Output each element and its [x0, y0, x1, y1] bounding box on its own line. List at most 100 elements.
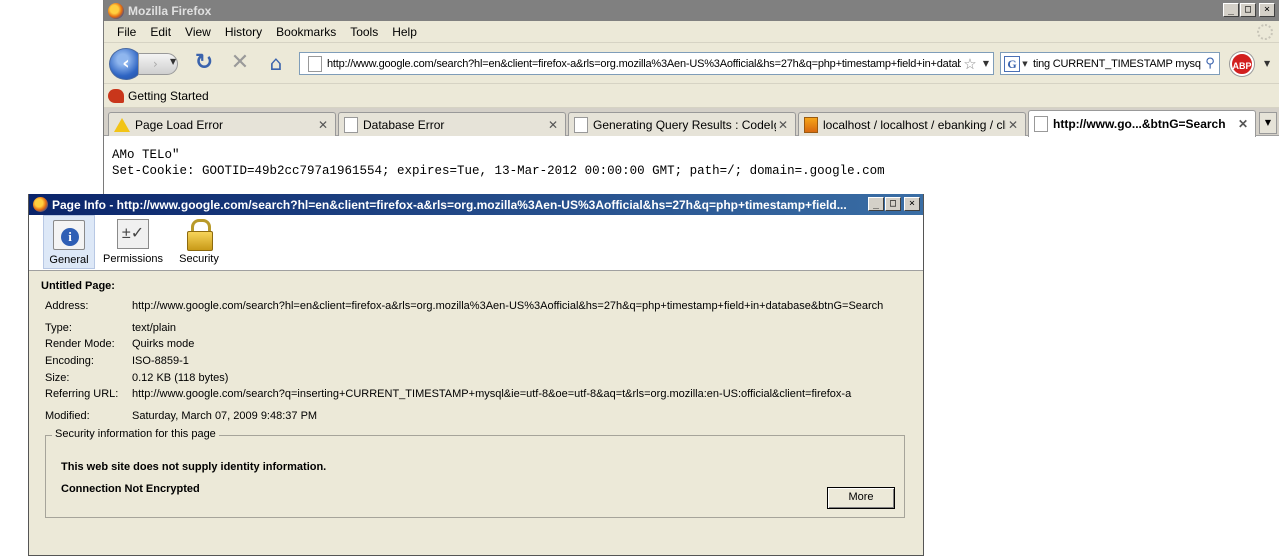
lock-icon [183, 219, 215, 251]
page-info-icon [53, 220, 85, 250]
tab-database-error[interactable]: Database Error ✕ [338, 112, 566, 136]
identity-text: This web site does not supply identity i… [61, 461, 327, 473]
url-input[interactable]: http://www.google.com/search?hl=en&clien… [327, 58, 961, 70]
close-tab-icon[interactable]: ✕ [1236, 117, 1250, 131]
home-icon[interactable]: ⌂ [264, 51, 288, 75]
field-label: Render Mode: [45, 338, 115, 350]
window-title: Mozilla Firefox [128, 3, 212, 18]
getting-started-icon [108, 88, 124, 103]
tab-permissions[interactable]: ±✓ Permissions [101, 215, 165, 269]
throbber-icon [1257, 24, 1273, 40]
close-tab-icon[interactable]: ✕ [776, 118, 790, 132]
search-input[interactable]: ting CURRENT_TIMESTAMP mysql [1030, 58, 1201, 70]
tab-label: Database Error [363, 117, 445, 132]
desktop: Mozilla Firefox _ □ × File Edit View His… [0, 0, 1279, 556]
tab-google-search[interactable]: http://www.go...&btnG=Search ✕ [1028, 110, 1256, 137]
permissions-icon: ±✓ [117, 219, 149, 249]
stop-icon[interactable]: ✕ [228, 51, 252, 75]
menu-view[interactable]: View [178, 25, 218, 39]
tab-label: Permissions [103, 253, 163, 265]
minimize-button[interactable]: _ [1223, 3, 1239, 17]
security-legend: Security information for this page [52, 428, 219, 440]
page-icon [1034, 116, 1048, 132]
back-arrow-icon: ‹ [122, 53, 130, 74]
bookmark-getting-started[interactable]: Getting Started [128, 89, 209, 103]
tab-strip: Page Load Error ✕ Database Error ✕ Gener… [104, 108, 1279, 137]
search-engine-dropdown-icon[interactable]: ▼ [1020, 60, 1030, 68]
tab-label: Security [179, 253, 219, 265]
navigation-toolbar: ‹ › ▼ ↻ ✕ ⌂ http://www.google.com/search… [104, 43, 1279, 84]
maximize-button[interactable]: □ [885, 197, 901, 211]
page-info-dialog: Page Info - http://www.google.com/search… [28, 194, 924, 556]
firefox-icon [108, 2, 124, 19]
tab-page-load-error[interactable]: Page Load Error ✕ [108, 112, 336, 136]
page-icon [308, 55, 322, 72]
security-info-group: Security information for this page This … [45, 428, 905, 518]
size-row: Size: 0.12 KB (118 bytes) [45, 372, 228, 384]
field-label: Referring URL: [45, 388, 119, 400]
address-row: Address: http://www.google.com/search?hl=… [45, 300, 883, 312]
field-label: Modified: [45, 410, 90, 422]
field-label: Size: [45, 372, 70, 384]
render-mode-value: Quirks mode [132, 338, 195, 350]
page-info-titlebar[interactable]: Page Info - http://www.google.com/search… [29, 194, 923, 215]
page-icon [574, 116, 588, 133]
encryption-text: Connection Not Encrypted [61, 483, 200, 495]
firefox-titlebar[interactable]: Mozilla Firefox _ □ × [104, 0, 1279, 21]
history-dropdown-icon[interactable]: ▼ [170, 57, 176, 66]
more-button[interactable]: More [827, 487, 895, 509]
modified-value: Saturday, March 07, 2009 9:48:37 PM [132, 410, 318, 422]
tab-label: http://www.go...&btnG=Search [1053, 117, 1226, 131]
url-dropdown-icon[interactable]: ▼ [979, 59, 993, 68]
close-button[interactable]: × [1259, 3, 1275, 17]
menu-bookmarks[interactable]: Bookmarks [269, 25, 343, 39]
google-icon[interactable]: G [1004, 55, 1020, 72]
tab-phpmyadmin[interactable]: localhost / localhost / ebanking / cli..… [798, 112, 1026, 136]
tab-codeigniter[interactable]: Generating Query Results : CodeIg... ✕ [568, 112, 796, 136]
maximize-button[interactable]: □ [1240, 3, 1256, 17]
tab-security[interactable]: Security [175, 215, 223, 269]
minimize-button[interactable]: _ [868, 197, 884, 211]
url-bar[interactable]: http://www.google.com/search?hl=en&clien… [299, 52, 994, 75]
tab-label: General [49, 254, 89, 266]
bookmarks-toolbar: Getting Started [104, 84, 1279, 108]
page-title: Untitled Page: [41, 280, 115, 292]
bookmark-star-icon[interactable]: ☆ [961, 55, 979, 73]
referring-url-row: Referring URL: http://www.google.com/sear… [45, 388, 851, 400]
menu-edit[interactable]: Edit [143, 25, 178, 39]
tab-list-button[interactable]: ▼ [1259, 112, 1277, 134]
tab-general[interactable]: General [43, 215, 95, 269]
render-mode-row: Render Mode: Quirks mode [45, 338, 194, 350]
adblock-dropdown-icon[interactable]: ▼ [1264, 59, 1270, 68]
tab-label: Generating Query Results : CodeIg... [593, 117, 776, 132]
forward-arrow-icon: › [153, 57, 158, 71]
menu-history[interactable]: History [218, 25, 269, 39]
firefox-icon [33, 197, 48, 212]
field-label: Encoding: [45, 355, 94, 367]
close-tab-icon[interactable]: ✕ [316, 118, 330, 132]
referring-url-value[interactable]: http://www.google.com/search?q=inserting… [132, 388, 851, 400]
field-label: Address: [45, 300, 89, 312]
close-button[interactable]: × [904, 197, 920, 211]
warning-icon [114, 117, 130, 132]
menu-file[interactable]: File [110, 25, 143, 39]
reload-icon[interactable]: ↻ [192, 51, 216, 75]
close-tab-icon[interactable]: ✕ [546, 118, 560, 132]
adblock-plus-icon[interactable]: ABP [1230, 52, 1254, 76]
content-line: Set-Cookie: GOOTID=49b2cc797a1961554; ex… [112, 164, 885, 178]
page-info-tabs: General ±✓ Permissions Security [29, 215, 923, 271]
encoding-value: ISO-8859-1 [132, 355, 189, 367]
tab-label: Page Load Error [135, 117, 224, 132]
type-row: Type: text/plain [45, 322, 176, 334]
menu-bar: File Edit View History Bookmarks Tools H… [104, 21, 1279, 43]
address-value[interactable]: http://www.google.com/search?hl=en&clien… [132, 300, 883, 312]
size-value: 0.12 KB (118 bytes) [132, 372, 229, 384]
search-icon[interactable]: ⚲ [1201, 56, 1219, 71]
menu-tools[interactable]: Tools [343, 25, 385, 39]
dialog-title: Page Info - http://www.google.com/search… [52, 197, 847, 212]
close-tab-icon[interactable]: ✕ [1006, 118, 1020, 132]
tab-label: localhost / localhost / ebanking / cli..… [823, 117, 1006, 132]
menu-help[interactable]: Help [385, 25, 424, 39]
encoding-row: Encoding: ISO-8859-1 [45, 355, 189, 367]
search-bar[interactable]: G ▼ ting CURRENT_TIMESTAMP mysql ⚲ [1000, 52, 1220, 75]
